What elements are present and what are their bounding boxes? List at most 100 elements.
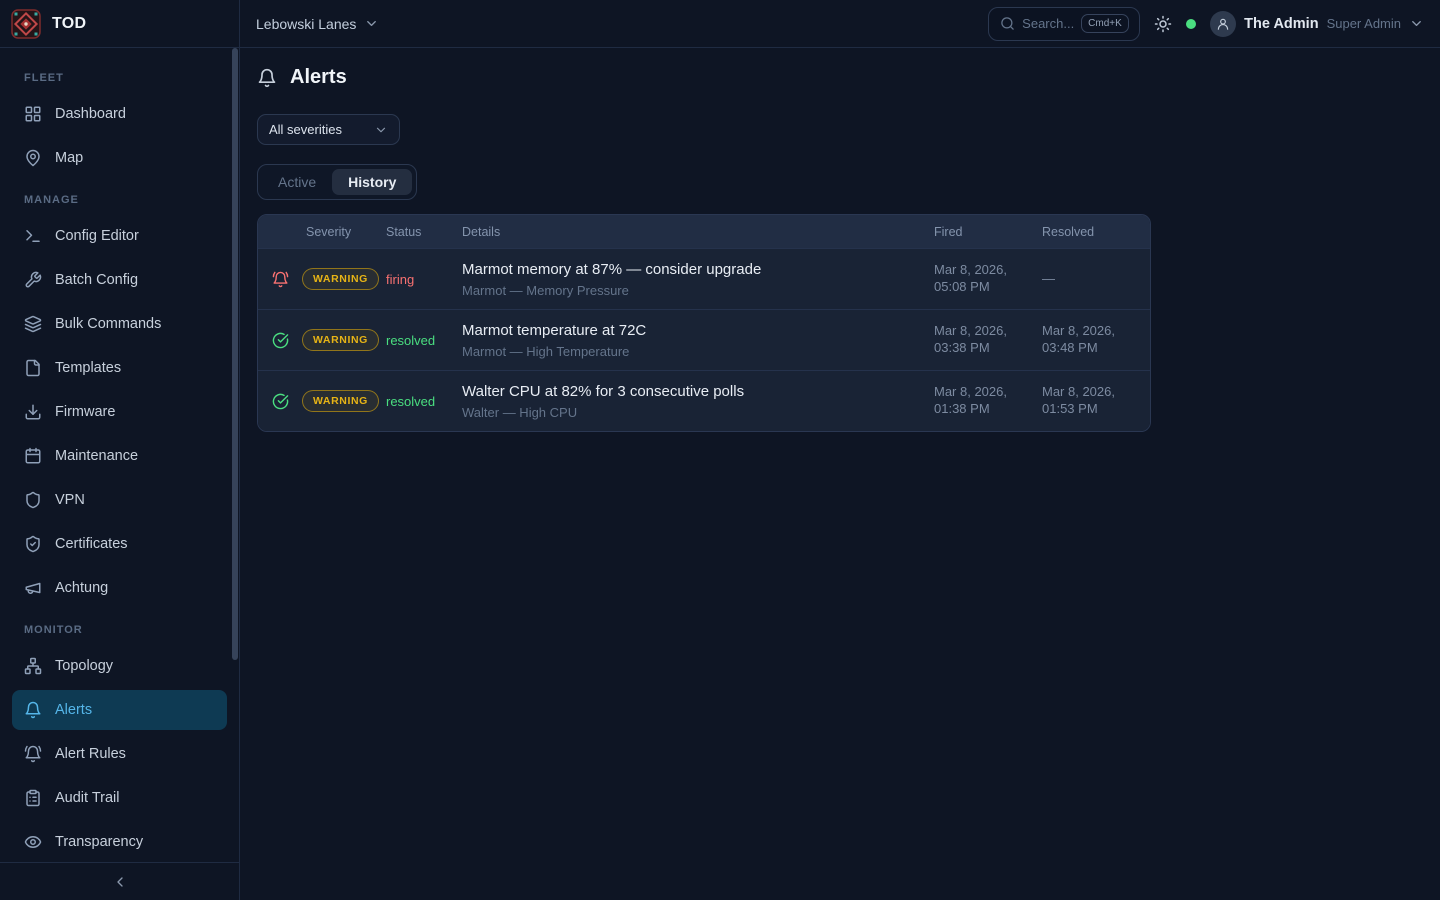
- bell-icon: [24, 701, 42, 719]
- alert-row[interactable]: WARNINGresolvedWalter CPU at 82% for 3 c…: [258, 370, 1150, 431]
- topbar: TOD Lebowski Lanes Cmd+K The Admin Super…: [0, 0, 1440, 48]
- sidebar-item-label: VPN: [55, 492, 85, 508]
- sidebar-nav: FLEETDashboardMapMANAGEConfig EditorBatc…: [0, 48, 239, 862]
- sidebar-item-batch-config[interactable]: Batch Config: [12, 260, 227, 300]
- user-menu[interactable]: The Admin Super Admin: [1210, 11, 1424, 37]
- severity-filter-select[interactable]: All severities: [257, 114, 400, 145]
- severity-filter-value: All severities: [269, 122, 342, 137]
- sidebar-item-alert-rules[interactable]: Alert Rules: [12, 734, 227, 774]
- brand: TOD: [0, 0, 240, 47]
- eye-icon: [24, 833, 42, 851]
- network-icon: [24, 657, 42, 675]
- sidebar-item-label: Firmware: [55, 404, 115, 420]
- sidebar-item-maintenance[interactable]: Maintenance: [12, 436, 227, 476]
- download-icon: [24, 403, 42, 421]
- map-pin-icon: [24, 149, 42, 167]
- alert-row[interactable]: WARNINGresolvedMarmot temperature at 72C…: [258, 309, 1150, 370]
- chevron-down-icon: [364, 16, 379, 31]
- megaphone-icon: [24, 579, 42, 597]
- sidebar-section: FLEETDashboardMap: [12, 72, 227, 178]
- resolved-cell: Mar 8, 2026, 01:53 PM: [1038, 380, 1150, 422]
- tab-history[interactable]: History: [332, 169, 412, 195]
- alert-title: Marmot temperature at 72C: [462, 322, 920, 339]
- sidebar-item-topology[interactable]: Topology: [12, 646, 227, 686]
- sidebar-item-audit-trail[interactable]: Audit Trail: [12, 778, 227, 818]
- status-cell: resolved: [382, 333, 458, 348]
- fired-cell: Mar 8, 2026, 01:38 PM: [930, 380, 1038, 422]
- user-name: The Admin: [1244, 16, 1318, 32]
- sidebar-item-bulk-commands[interactable]: Bulk Commands: [12, 304, 227, 344]
- chevron-left-icon: [112, 874, 128, 890]
- org-selector[interactable]: Lebowski Lanes: [256, 16, 379, 32]
- user-icon: [1216, 17, 1230, 31]
- severity-cell: WARNING: [302, 390, 382, 412]
- column-header-status: Status: [382, 225, 458, 239]
- sidebar-item-label: Transparency: [55, 834, 143, 850]
- tab-active[interactable]: Active: [262, 169, 332, 195]
- page-title: Alerts: [290, 66, 347, 89]
- sidebar-item-label: Achtung: [55, 580, 108, 596]
- alert-title: Marmot memory at 87% — consider upgrade: [462, 261, 920, 278]
- shield-icon: [24, 491, 42, 509]
- sidebar-item-label: Config Editor: [55, 228, 139, 244]
- table-header: Severity Status Details Fired Resolved: [258, 215, 1150, 248]
- chevron-down-icon: [374, 123, 388, 137]
- terminal-icon: [24, 227, 42, 245]
- severity-badge: WARNING: [302, 390, 379, 412]
- org-selector-label: Lebowski Lanes: [256, 16, 356, 32]
- chevron-down-icon: [1409, 16, 1424, 31]
- status-cell: resolved: [382, 394, 458, 409]
- row-status-icon-cell: [258, 332, 302, 349]
- sidebar-scrollbar[interactable]: [232, 48, 238, 660]
- sidebar-item-transparency[interactable]: Transparency: [12, 822, 227, 862]
- alert-row[interactable]: WARNINGfiringMarmot memory at 87% — cons…: [258, 248, 1150, 309]
- fired-cell: Mar 8, 2026, 05:08 PM: [930, 258, 1038, 300]
- column-header-severity: Severity: [302, 225, 382, 239]
- user-role: Super Admin: [1327, 16, 1401, 31]
- sidebar-item-certificates[interactable]: Certificates: [12, 524, 227, 564]
- search-shortcut-badge: Cmd+K: [1081, 14, 1129, 33]
- check-circle-icon: [272, 393, 289, 410]
- severity-badge: WARNING: [302, 268, 379, 290]
- sidebar-item-label: Templates: [55, 360, 121, 376]
- bell-ring-icon: [272, 271, 289, 288]
- alerts-table: Severity Status Details Fired Resolved W…: [257, 214, 1151, 432]
- sidebar-item-templates[interactable]: Templates: [12, 348, 227, 388]
- topbar-right: Cmd+K The Admin Super Admin: [988, 7, 1424, 41]
- sidebar-item-dashboard[interactable]: Dashboard: [12, 94, 227, 134]
- alert-subtitle: Marmot — High Temperature: [462, 344, 920, 359]
- column-header-details: Details: [458, 225, 930, 239]
- sidebar-item-label: Audit Trail: [55, 790, 119, 806]
- search-input[interactable]: [1022, 16, 1074, 31]
- status-cell: firing: [382, 272, 458, 287]
- sidebar-item-map[interactable]: Map: [12, 138, 227, 178]
- brand-name: TOD: [52, 15, 86, 33]
- sidebar-item-label: Certificates: [55, 536, 128, 552]
- search-icon: [1000, 16, 1015, 31]
- online-status-dot: [1186, 19, 1196, 29]
- avatar: [1210, 11, 1236, 37]
- sidebar-collapse-button[interactable]: [0, 862, 239, 900]
- details-cell: Walter CPU at 82% for 3 consecutive poll…: [458, 373, 930, 430]
- layers-icon: [24, 315, 42, 333]
- sidebar-item-firmware[interactable]: Firmware: [12, 392, 227, 432]
- search-box[interactable]: Cmd+K: [988, 7, 1140, 41]
- sidebar-item-config-editor[interactable]: Config Editor: [12, 216, 227, 256]
- sidebar-item-vpn[interactable]: VPN: [12, 480, 227, 520]
- file-icon: [24, 359, 42, 377]
- resolved-cell: —: [1038, 267, 1150, 292]
- alert-subtitle: Walter — High CPU: [462, 405, 920, 420]
- shield-check-icon: [24, 535, 42, 553]
- details-cell: Marmot memory at 87% — consider upgradeM…: [458, 251, 930, 308]
- topbar-main: Lebowski Lanes Cmd+K The Admin Super Adm…: [240, 0, 1440, 47]
- main-content: Alerts All severities Active History Sev…: [240, 48, 1440, 900]
- app-window: TOD Lebowski Lanes Cmd+K The Admin Super…: [0, 0, 1440, 900]
- sun-icon[interactable]: [1154, 15, 1172, 33]
- sidebar-item-achtung[interactable]: Achtung: [12, 568, 227, 608]
- alerts-tab-group: Active History: [257, 164, 417, 200]
- sidebar-item-label: Alerts: [55, 702, 92, 718]
- resolved-cell: Mar 8, 2026, 03:48 PM: [1038, 319, 1150, 361]
- sidebar-item-label: Alert Rules: [55, 746, 126, 762]
- tod-logo-icon: [11, 9, 41, 39]
- sidebar-item-alerts[interactable]: Alerts: [12, 690, 227, 730]
